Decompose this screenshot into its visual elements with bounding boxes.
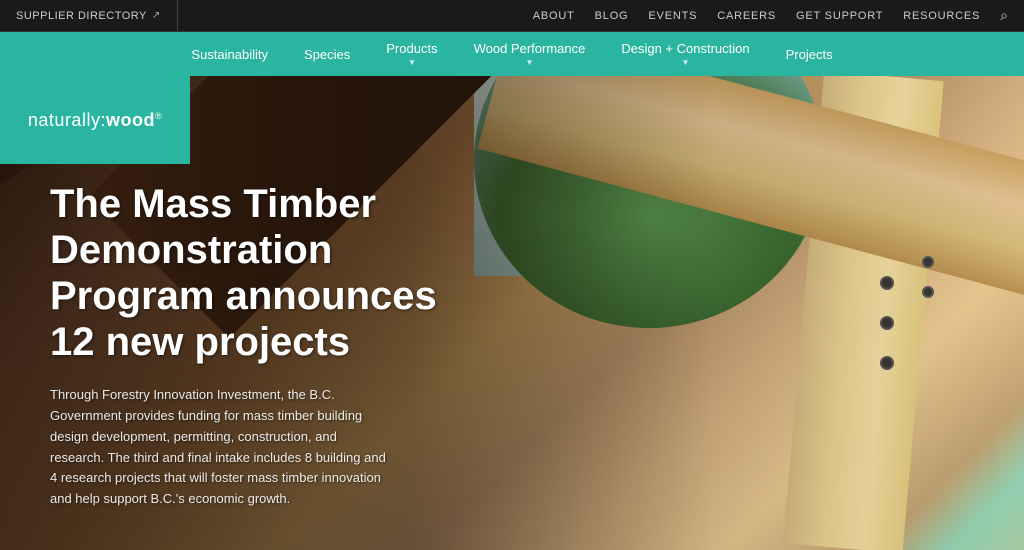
nav-sustainability[interactable]: Sustainability	[173, 32, 286, 76]
top-nav: ABOUT BLOG EVENTS CAREERS GET SUPPORT RE…	[533, 7, 1008, 24]
top-bar: SUPPLIER DIRECTORY ↗ ABOUT BLOG EVENTS C…	[0, 0, 1024, 32]
design-construction-chevron-icon: ▼	[682, 58, 690, 67]
supplier-directory-section: SUPPLIER DIRECTORY ↗	[16, 0, 178, 31]
logo-box[interactable]: naturally:wood®	[0, 76, 190, 164]
secondary-nav: Sustainability Species Products ▼ Wood P…	[0, 32, 1024, 76]
wood-performance-chevron-icon: ▼	[526, 58, 534, 67]
supplier-directory-label: SUPPLIER DIRECTORY	[16, 10, 147, 22]
top-nav-about[interactable]: ABOUT	[533, 10, 575, 22]
supplier-directory-link[interactable]: SUPPLIER DIRECTORY ↗	[16, 10, 161, 22]
hero-content: The Mass Timber Demonstration Program an…	[50, 181, 470, 510]
hero-section: naturally:wood® The Mass Timber Demonstr…	[0, 76, 1024, 550]
nav-products[interactable]: Products ▼	[368, 32, 455, 76]
top-nav-careers[interactable]: CAREERS	[717, 10, 776, 22]
top-nav-resources[interactable]: RESOURCES	[903, 10, 980, 22]
top-nav-events[interactable]: EVENTS	[648, 10, 697, 22]
external-link-icon: ↗	[152, 10, 161, 21]
logo-registered: ®	[155, 111, 162, 121]
hero-body-text: Through Forestry Innovation Investment, …	[50, 385, 390, 510]
products-chevron-icon: ▼	[408, 58, 416, 67]
nav-species[interactable]: Species	[286, 32, 368, 76]
nav-design-construction[interactable]: Design + Construction ▼	[603, 32, 767, 76]
nav-projects[interactable]: Projects	[768, 32, 851, 76]
search-icon[interactable]: ⌕	[1000, 7, 1008, 24]
nav-wood-performance[interactable]: Wood Performance ▼	[456, 32, 604, 76]
top-nav-blog[interactable]: BLOG	[595, 10, 629, 22]
top-nav-get-support[interactable]: GET SUPPORT	[796, 10, 883, 22]
logo: naturally:wood®	[28, 110, 162, 131]
hero-headline: The Mass Timber Demonstration Program an…	[50, 181, 470, 365]
